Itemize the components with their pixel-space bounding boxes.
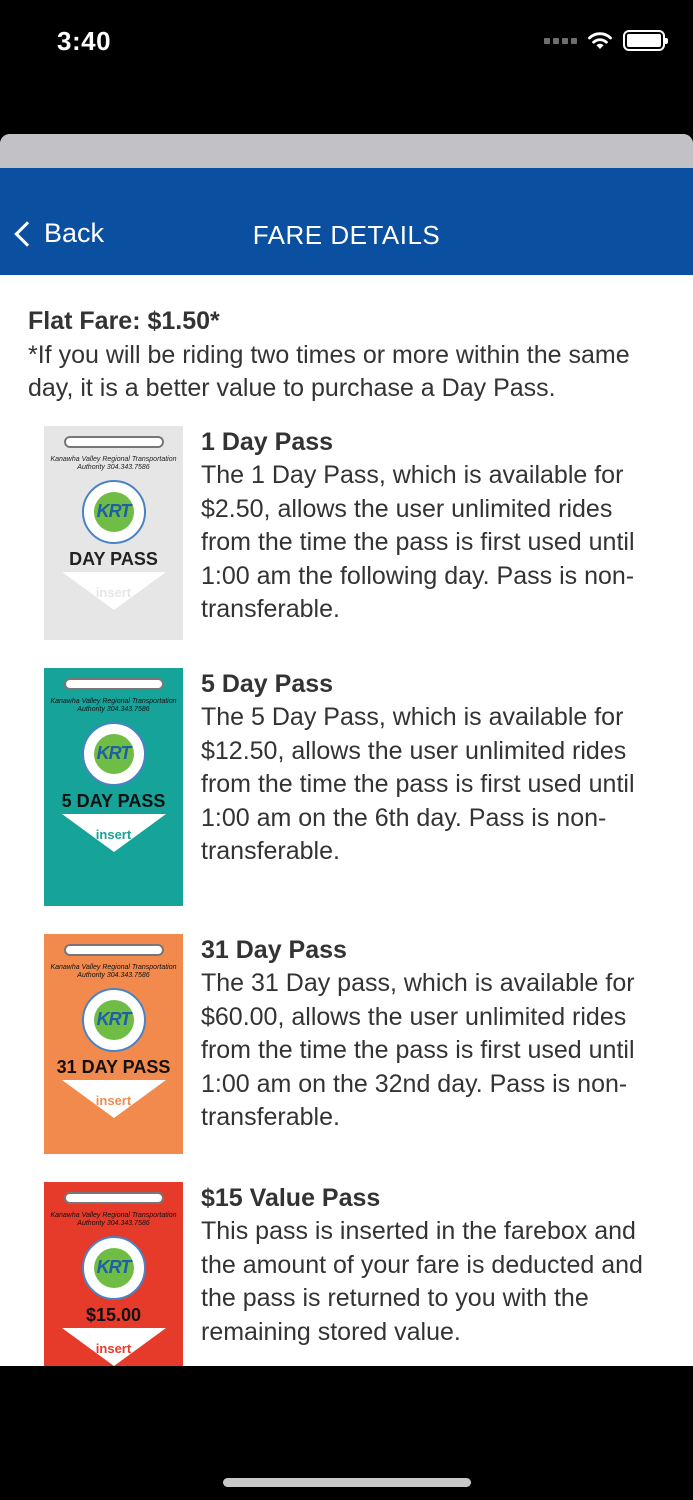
card-logo-text: KRT bbox=[96, 1008, 132, 1029]
card-insert-label: insert bbox=[95, 1092, 132, 1108]
pass-text: 31 Day Pass The 31 Day pass, which is av… bbox=[201, 934, 665, 1154]
card-insert-label: insert bbox=[95, 584, 132, 600]
pass-card-image: Kanawha Valley Regional Transportation A… bbox=[44, 425, 183, 640]
page-title: FARE DETAILS bbox=[252, 220, 441, 250]
card-agency: Kanawha Valley Regional Transportation A… bbox=[50, 963, 177, 979]
pass-item: Kanawha Valley Regional Transportation A… bbox=[28, 425, 665, 640]
pass-title: 1 Day Pass bbox=[201, 427, 334, 456]
pass-list: Kanawha Valley Regional Transportation A… bbox=[28, 425, 665, 1367]
pass-text: 1 Day Pass The 1 Day Pass, which is avai… bbox=[201, 426, 665, 640]
wifi-icon bbox=[588, 31, 612, 49]
navigation-bar: Back FARE DETAILS bbox=[0, 168, 693, 275]
pass-description: The 31 Day pass, which is available for … bbox=[201, 969, 635, 1131]
flat-fare-note: *If you will be riding two times or more… bbox=[28, 340, 630, 403]
pass-item: Kanawha Valley Regional Transportation A… bbox=[28, 667, 665, 906]
card-label: $15.00 bbox=[85, 1304, 142, 1325]
status-bar: 3:40 bbox=[0, 0, 693, 90]
pass-card-image: Kanawha Valley Regional Transportation A… bbox=[44, 1181, 183, 1366]
pass-title: $15 Value Pass bbox=[201, 1183, 381, 1212]
pass-text: 5 Day Pass The 5 Day Pass, which is avai… bbox=[201, 668, 665, 906]
pass-title: 5 Day Pass bbox=[201, 669, 334, 698]
modal-sheet: Back FARE DETAILS Flat Fare: $1.50* *If … bbox=[0, 134, 693, 1366]
insert-arrow-icon: insert bbox=[61, 1327, 166, 1366]
card-logo-text: KRT bbox=[96, 742, 132, 763]
status-icons bbox=[544, 30, 668, 51]
krt-logo-icon: KRT bbox=[81, 479, 146, 544]
pass-card-image: Kanawha Valley Regional Transportation A… bbox=[44, 933, 183, 1154]
card-slot bbox=[63, 943, 164, 956]
flat-fare-heading: Flat Fare: $1.50* bbox=[28, 307, 220, 335]
card-logo-text: KRT bbox=[96, 500, 132, 521]
krt-logo-icon: KRT bbox=[81, 721, 146, 786]
pass-card-image: Kanawha Valley Regional Transportation A… bbox=[44, 667, 183, 906]
battery-icon bbox=[623, 30, 668, 51]
card-logo-text: KRT bbox=[96, 1256, 132, 1277]
insert-arrow-icon: insert bbox=[61, 813, 166, 852]
pass-item: Kanawha Valley Regional Transportation A… bbox=[28, 933, 665, 1154]
insert-arrow-icon: insert bbox=[61, 571, 166, 610]
card-label: 31 DAY PASS bbox=[56, 1056, 171, 1077]
pass-description: The 5 Day Pass, which is available for $… bbox=[201, 703, 635, 865]
cellular-signal-icon bbox=[544, 37, 577, 44]
intro: Flat Fare: $1.50* *If you will be riding… bbox=[28, 305, 665, 406]
card-label: 5 DAY PASS bbox=[61, 790, 166, 811]
card-agency: Kanawha Valley Regional Transportation A… bbox=[50, 1211, 177, 1227]
card-label: DAY PASS bbox=[69, 548, 158, 569]
card-slot bbox=[63, 435, 164, 448]
pass-title: 31 Day Pass bbox=[201, 935, 347, 964]
krt-logo-icon: KRT bbox=[81, 987, 146, 1052]
pass-item: Kanawha Valley Regional Transportation A… bbox=[28, 1181, 665, 1367]
status-time: 3:40 bbox=[57, 26, 112, 56]
krt-logo-icon: KRT bbox=[81, 1235, 146, 1300]
sheet-header-strip bbox=[0, 134, 693, 168]
pass-text: $15 Value Pass This pass is inserted in … bbox=[201, 1182, 665, 1367]
pass-description: This pass is inserted in the farebox and… bbox=[201, 1217, 643, 1346]
card-slot bbox=[63, 677, 164, 690]
card-agency: Kanawha Valley Regional Transportation A… bbox=[50, 455, 177, 471]
pass-description: The 1 Day Pass, which is available for $… bbox=[201, 461, 635, 623]
home-indicator bbox=[223, 1478, 471, 1487]
card-insert-label: insert bbox=[95, 826, 132, 842]
fare-content: Flat Fare: $1.50* *If you will be riding… bbox=[0, 275, 693, 1366]
card-agency: Kanawha Valley Regional Transportation A… bbox=[50, 697, 177, 713]
insert-arrow-icon: insert bbox=[61, 1079, 166, 1118]
card-slot bbox=[63, 1191, 164, 1204]
card-insert-label: insert bbox=[95, 1340, 132, 1356]
